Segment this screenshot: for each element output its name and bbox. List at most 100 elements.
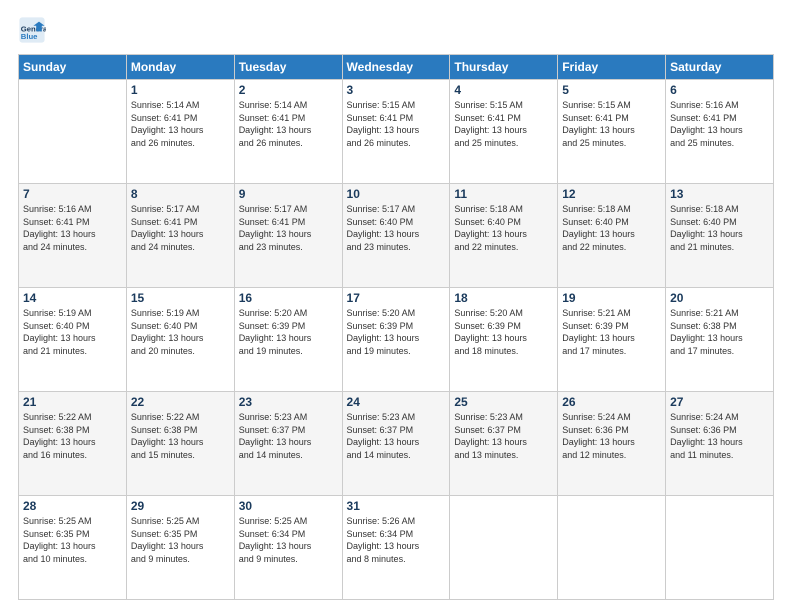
column-header-thursday: Thursday: [450, 55, 558, 80]
day-number: 30: [239, 499, 338, 513]
day-number: 31: [347, 499, 446, 513]
day-info: Sunrise: 5:23 AM Sunset: 6:37 PM Dayligh…: [454, 411, 553, 461]
column-header-friday: Friday: [558, 55, 666, 80]
day-number: 14: [23, 291, 122, 305]
day-info: Sunrise: 5:15 AM Sunset: 6:41 PM Dayligh…: [562, 99, 661, 149]
calendar-cell: 8 Sunrise: 5:17 AM Sunset: 6:41 PM Daylig…: [126, 184, 234, 288]
day-number: 28: [23, 499, 122, 513]
day-info: Sunrise: 5:15 AM Sunset: 6:41 PM Dayligh…: [347, 99, 446, 149]
day-number: 1: [131, 83, 230, 97]
column-header-wednesday: Wednesday: [342, 55, 450, 80]
column-header-tuesday: Tuesday: [234, 55, 342, 80]
calendar-cell: 30 Sunrise: 5:25 AM Sunset: 6:34 PM Dayli…: [234, 496, 342, 600]
day-info: Sunrise: 5:18 AM Sunset: 6:40 PM Dayligh…: [454, 203, 553, 253]
calendar-cell: [19, 80, 127, 184]
day-info: Sunrise: 5:18 AM Sunset: 6:40 PM Dayligh…: [562, 203, 661, 253]
day-number: 21: [23, 395, 122, 409]
calendar-cell: 1 Sunrise: 5:14 AM Sunset: 6:41 PM Daylig…: [126, 80, 234, 184]
day-info: Sunrise: 5:25 AM Sunset: 6:34 PM Dayligh…: [239, 515, 338, 565]
calendar-week-row: 21 Sunrise: 5:22 AM Sunset: 6:38 PM Dayli…: [19, 392, 774, 496]
calendar-cell: [666, 496, 774, 600]
calendar-cell: 7 Sunrise: 5:16 AM Sunset: 6:41 PM Daylig…: [19, 184, 127, 288]
calendar-cell: 17Sunrise: 5:20 AM Sunset: 6:39 PM Dayli…: [342, 288, 450, 392]
day-info: Sunrise: 5:23 AM Sunset: 6:37 PM Dayligh…: [347, 411, 446, 461]
day-number: 12: [562, 187, 661, 201]
day-number: 9: [239, 187, 338, 201]
calendar-week-row: 1 Sunrise: 5:14 AM Sunset: 6:41 PM Daylig…: [19, 80, 774, 184]
day-number: 6: [670, 83, 769, 97]
day-info: Sunrise: 5:17 AM Sunset: 6:40 PM Dayligh…: [347, 203, 446, 253]
day-info: Sunrise: 5:14 AM Sunset: 6:41 PM Dayligh…: [131, 99, 230, 149]
day-number: 26: [562, 395, 661, 409]
day-info: Sunrise: 5:19 AM Sunset: 6:40 PM Dayligh…: [23, 307, 122, 357]
calendar-cell: 3Sunrise: 5:15 AM Sunset: 6:41 PM Daylig…: [342, 80, 450, 184]
calendar-cell: [450, 496, 558, 600]
calendar-cell: 9Sunrise: 5:17 AM Sunset: 6:41 PM Daylig…: [234, 184, 342, 288]
calendar-cell: [558, 496, 666, 600]
calendar-cell: 4 Sunrise: 5:15 AM Sunset: 6:41 PM Daylig…: [450, 80, 558, 184]
day-info: Sunrise: 5:16 AM Sunset: 6:41 PM Dayligh…: [23, 203, 122, 253]
calendar-cell: 15 Sunrise: 5:19 AM Sunset: 6:40 PM Dayli…: [126, 288, 234, 392]
day-number: 5: [562, 83, 661, 97]
calendar-cell: 11 Sunrise: 5:18 AM Sunset: 6:40 PM Dayli…: [450, 184, 558, 288]
day-number: 2: [239, 83, 338, 97]
day-number: 15: [131, 291, 230, 305]
day-info: Sunrise: 5:22 AM Sunset: 6:38 PM Dayligh…: [131, 411, 230, 461]
day-info: Sunrise: 5:17 AM Sunset: 6:41 PM Dayligh…: [131, 203, 230, 253]
column-header-sunday: Sunday: [19, 55, 127, 80]
calendar-cell: 2 Sunrise: 5:14 AM Sunset: 6:41 PM Daylig…: [234, 80, 342, 184]
calendar-cell: 20 Sunrise: 5:21 AM Sunset: 6:38 PM Dayli…: [666, 288, 774, 392]
calendar-cell: 16 Sunrise: 5:20 AM Sunset: 6:39 PM Dayli…: [234, 288, 342, 392]
calendar-cell: 28 Sunrise: 5:25 AM Sunset: 6:35 PM Dayli…: [19, 496, 127, 600]
calendar-cell: 5 Sunrise: 5:15 AM Sunset: 6:41 PM Daylig…: [558, 80, 666, 184]
calendar-cell: 18 Sunrise: 5:20 AM Sunset: 6:39 PM Dayli…: [450, 288, 558, 392]
calendar-cell: 13 Sunrise: 5:18 AM Sunset: 6:40 PM Dayli…: [666, 184, 774, 288]
day-info: Sunrise: 5:16 AM Sunset: 6:41 PM Dayligh…: [670, 99, 769, 149]
day-info: Sunrise: 5:19 AM Sunset: 6:40 PM Dayligh…: [131, 307, 230, 357]
calendar-cell: 26 Sunrise: 5:24 AM Sunset: 6:36 PM Dayli…: [558, 392, 666, 496]
day-number: 18: [454, 291, 553, 305]
day-number: 16: [239, 291, 338, 305]
day-number: 29: [131, 499, 230, 513]
day-info: Sunrise: 5:23 AM Sunset: 6:37 PM Dayligh…: [239, 411, 338, 461]
day-info: Sunrise: 5:21 AM Sunset: 6:39 PM Dayligh…: [562, 307, 661, 357]
day-info: Sunrise: 5:21 AM Sunset: 6:38 PM Dayligh…: [670, 307, 769, 357]
day-info: Sunrise: 5:20 AM Sunset: 6:39 PM Dayligh…: [454, 307, 553, 357]
calendar-cell: 10 Sunrise: 5:17 AM Sunset: 6:40 PM Dayli…: [342, 184, 450, 288]
calendar-cell: 24 Sunrise: 5:23 AM Sunset: 6:37 PM Dayli…: [342, 392, 450, 496]
calendar-cell: 19Sunrise: 5:21 AM Sunset: 6:39 PM Dayli…: [558, 288, 666, 392]
logo-icon: General Blue: [18, 16, 46, 44]
svg-text:Blue: Blue: [21, 32, 38, 41]
day-info: Sunrise: 5:25 AM Sunset: 6:35 PM Dayligh…: [131, 515, 230, 565]
day-number: 24: [347, 395, 446, 409]
calendar-header-row: SundayMondayTuesdayWednesdayThursdayFrid…: [19, 55, 774, 80]
day-info: Sunrise: 5:18 AM Sunset: 6:40 PM Dayligh…: [670, 203, 769, 253]
day-info: Sunrise: 5:15 AM Sunset: 6:41 PM Dayligh…: [454, 99, 553, 149]
day-number: 22: [131, 395, 230, 409]
day-number: 25: [454, 395, 553, 409]
calendar-cell: 27Sunrise: 5:24 AM Sunset: 6:36 PM Dayli…: [666, 392, 774, 496]
day-info: Sunrise: 5:20 AM Sunset: 6:39 PM Dayligh…: [239, 307, 338, 357]
day-info: Sunrise: 5:26 AM Sunset: 6:34 PM Dayligh…: [347, 515, 446, 565]
day-number: 7: [23, 187, 122, 201]
calendar-week-row: 7 Sunrise: 5:16 AM Sunset: 6:41 PM Daylig…: [19, 184, 774, 288]
calendar-cell: 25 Sunrise: 5:23 AM Sunset: 6:37 PM Dayli…: [450, 392, 558, 496]
day-number: 8: [131, 187, 230, 201]
day-info: Sunrise: 5:24 AM Sunset: 6:36 PM Dayligh…: [562, 411, 661, 461]
day-number: 11: [454, 187, 553, 201]
calendar-cell: 22 Sunrise: 5:22 AM Sunset: 6:38 PM Dayli…: [126, 392, 234, 496]
day-info: Sunrise: 5:25 AM Sunset: 6:35 PM Dayligh…: [23, 515, 122, 565]
day-number: 4: [454, 83, 553, 97]
calendar-cell: 23 Sunrise: 5:23 AM Sunset: 6:37 PM Dayli…: [234, 392, 342, 496]
day-info: Sunrise: 5:14 AM Sunset: 6:41 PM Dayligh…: [239, 99, 338, 149]
day-number: 17: [347, 291, 446, 305]
calendar-cell: 12 Sunrise: 5:18 AM Sunset: 6:40 PM Dayli…: [558, 184, 666, 288]
day-number: 10: [347, 187, 446, 201]
day-number: 23: [239, 395, 338, 409]
calendar-cell: 29 Sunrise: 5:25 AM Sunset: 6:35 PM Dayli…: [126, 496, 234, 600]
day-number: 13: [670, 187, 769, 201]
day-info: Sunrise: 5:22 AM Sunset: 6:38 PM Dayligh…: [23, 411, 122, 461]
day-number: 20: [670, 291, 769, 305]
day-info: Sunrise: 5:24 AM Sunset: 6:36 PM Dayligh…: [670, 411, 769, 461]
calendar-cell: 21 Sunrise: 5:22 AM Sunset: 6:38 PM Dayli…: [19, 392, 127, 496]
